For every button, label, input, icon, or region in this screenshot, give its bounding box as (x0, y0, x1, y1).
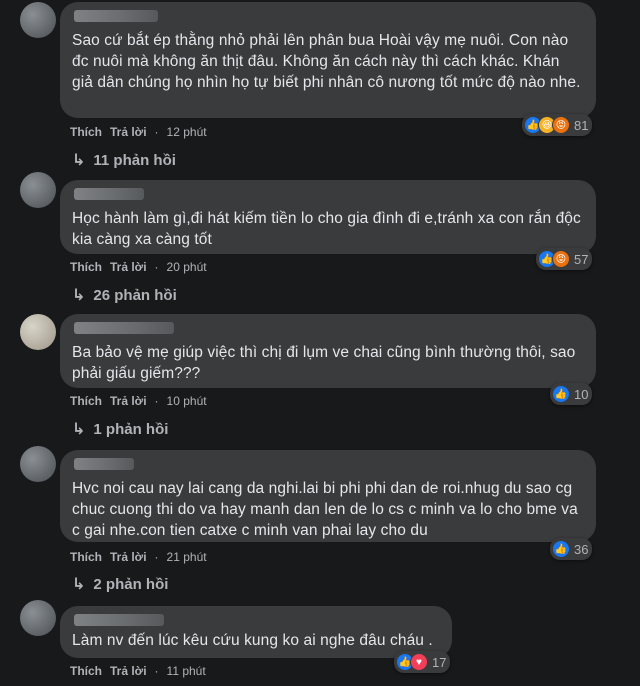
reply-arrow-icon: ↳ (72, 421, 86, 438)
author-name-blurred[interactable] (74, 322, 174, 334)
comment-bubble: Làm nv đến lúc kêu cứu kung ko ai nghe đ… (60, 606, 452, 658)
reaction-count: 17 (432, 654, 447, 670)
reply-link[interactable]: Trả lời (110, 260, 147, 274)
avatar[interactable] (20, 314, 56, 350)
reply-arrow-icon: ↳ (72, 287, 86, 304)
comment-text: Làm nv đến lúc kêu cứu kung ko ai nghe đ… (72, 632, 433, 649)
view-replies-link[interactable]: ↳ 1 phản hồi (72, 419, 168, 439)
view-replies-link[interactable]: ↳ 26 phản hồi (72, 285, 177, 305)
like-link[interactable]: Thích (70, 260, 102, 274)
angry-reaction-icon: 😡 (552, 250, 570, 268)
avatar[interactable] (20, 446, 56, 482)
timestamp[interactable]: 20 phút (167, 260, 207, 274)
author-name-blurred[interactable] (74, 10, 158, 22)
comment-actions: Thích Trả lời · 12 phút (70, 125, 207, 139)
comment-bubble: Học hành làm gì,đi hát kiếm tiền lo cho … (60, 180, 596, 254)
comment-text: Hvc noi cau nay lai cang da nghi.lai bi … (72, 480, 583, 539)
author-name-blurred[interactable] (74, 458, 134, 470)
separator-dot: · (154, 394, 159, 408)
angry-reaction-icon: 😡 (552, 116, 570, 134)
separator-dot: · (154, 260, 159, 274)
like-reaction-icon: 👍 (552, 385, 570, 403)
timestamp[interactable]: 12 phút (167, 125, 207, 139)
reactions-summary[interactable]: 👍 10 (550, 383, 593, 405)
reply-arrow-icon: ↳ (72, 152, 86, 169)
comment-actions: Thích Trả lời · 11 phút (70, 664, 206, 678)
comment-text: Học hành làm gì,đi hát kiếm tiền lo cho … (72, 210, 586, 248)
reply-arrow-icon: ↳ (72, 576, 86, 593)
comment-text: Ba bảo vệ mẹ giúp việc thì chị đi lụm ve… (72, 344, 580, 382)
comment-text: Sao cứ bắt ép thằng nhỏ phải lên phân bu… (72, 32, 581, 91)
reaction-count: 36 (574, 541, 589, 557)
reaction-count: 81 (574, 117, 589, 133)
like-reaction-icon: 👍 (552, 540, 570, 558)
reaction-count: 57 (574, 251, 589, 267)
reply-link[interactable]: Trả lời (110, 664, 147, 678)
reaction-count: 10 (574, 386, 589, 402)
reply-link[interactable]: Trả lời (110, 394, 147, 408)
comment-bubble: Ba bảo vệ mẹ giúp việc thì chị đi lụm ve… (60, 314, 596, 388)
comment-actions: Thích Trả lời · 21 phút (70, 550, 207, 564)
comment-bubble: Sao cứ bắt ép thằng nhỏ phải lên phân bu… (60, 2, 596, 118)
reactions-summary[interactable]: 👍 😆 😡 81 (522, 114, 593, 136)
separator-dot: · (154, 664, 159, 678)
like-link[interactable]: Thích (70, 550, 102, 564)
view-replies-link[interactable]: ↳ 11 phản hồi (72, 150, 176, 170)
avatar[interactable] (20, 2, 56, 38)
timestamp[interactable]: 21 phút (167, 550, 207, 564)
comment-actions: Thích Trả lời · 20 phút (70, 260, 207, 274)
replies-count: 1 phản hồi (93, 420, 169, 438)
avatar[interactable] (20, 600, 56, 636)
replies-count: 11 phản hồi (93, 151, 176, 169)
author-name-blurred[interactable] (74, 188, 144, 200)
timestamp[interactable]: 10 phút (167, 394, 207, 408)
comment-bubble: Hvc noi cau nay lai cang da nghi.lai bi … (60, 450, 596, 542)
separator-dot: · (154, 125, 159, 139)
timestamp[interactable]: 11 phút (167, 664, 206, 678)
reply-link[interactable]: Trả lời (110, 125, 147, 139)
avatar[interactable] (20, 172, 56, 208)
reactions-summary[interactable]: 👍 😡 57 (536, 248, 593, 270)
reactions-summary[interactable]: 👍 ♥ 17 (394, 651, 451, 673)
like-link[interactable]: Thích (70, 394, 102, 408)
author-name-blurred[interactable] (74, 614, 164, 626)
reactions-summary[interactable]: 👍 36 (550, 538, 593, 560)
love-reaction-icon: ♥ (410, 653, 428, 671)
reply-link[interactable]: Trả lời (110, 550, 147, 564)
like-link[interactable]: Thích (70, 664, 102, 678)
comment-actions: Thích Trả lời · 10 phút (70, 394, 207, 408)
replies-count: 26 phản hồi (93, 286, 177, 304)
like-link[interactable]: Thích (70, 125, 102, 139)
view-replies-link[interactable]: ↳ 2 phản hồi (72, 574, 168, 594)
separator-dot: · (154, 550, 159, 564)
replies-count: 2 phản hồi (93, 575, 169, 593)
